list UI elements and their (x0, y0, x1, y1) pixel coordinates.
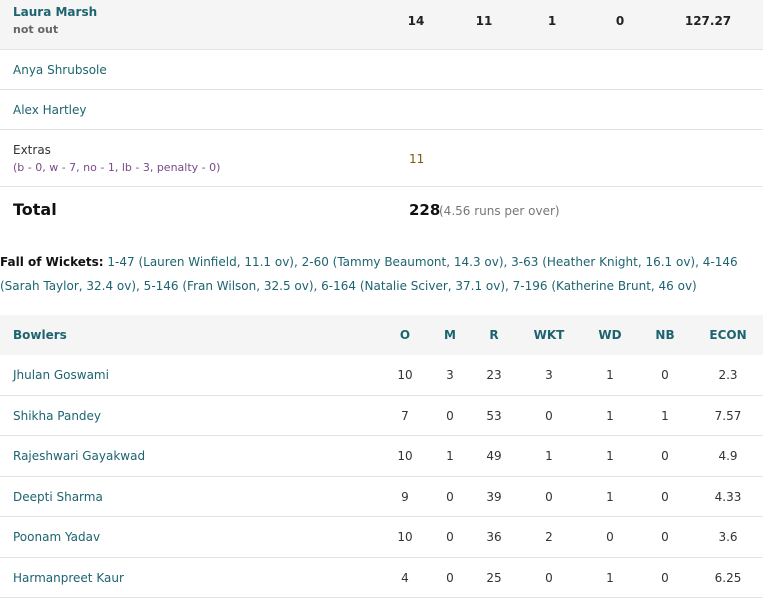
bowler-row: Poonam Yadav 10 0 36 2 0 0 3.6 (0, 517, 763, 558)
sixes: 0 (616, 14, 624, 28)
bowler-row: Harmanpreet Kaur 4 0 25 0 1 0 6.25 (0, 558, 763, 598)
bowler-stat-wd: 0 (606, 530, 614, 544)
bowler-stat-wd: 1 (606, 409, 614, 423)
batsman-row: Alex Hartley (0, 90, 763, 130)
bowling-header: Bowlers O M R WKT WD NB ECON (0, 315, 763, 355)
fours: 1 (548, 14, 556, 28)
runs: 14 (408, 14, 425, 28)
batsman-name[interactable]: Laura Marsh (13, 5, 97, 19)
bowler-name[interactable]: Shikha Pandey (13, 409, 101, 423)
bowler-stat-o: 10 (397, 530, 412, 544)
extras-detail: (b - 0, w - 7, no - 1, lb - 3, penalty -… (13, 161, 220, 174)
fow-text: 1-47 (Lauren Winfield, 11.1 ov), 2-60 (T… (0, 255, 738, 293)
bowler-stat-wkt: 3 (545, 368, 553, 382)
bowler-stat-o: 9 (401, 490, 409, 504)
bowler-stat-wd: 1 (606, 490, 614, 504)
bowler-stat-m: 0 (446, 571, 454, 585)
strike-rate: 127.27 (685, 14, 731, 28)
total-value: 228 (409, 201, 440, 219)
balls: 11 (476, 14, 493, 28)
bowler-stat-nb: 0 (661, 571, 669, 585)
bowler-row: Shikha Pandey 7 0 53 0 1 1 7.57 (0, 396, 763, 437)
bowler-stat-nb: 0 (661, 368, 669, 382)
bowler-row: Jhulan Goswami103233102.3 (0, 355, 763, 396)
bowler-stat-wkt: 2 (545, 530, 553, 544)
bowler-stat-r: 25 (486, 571, 501, 585)
header-wd: WD (598, 328, 621, 342)
header-wkt: WKT (534, 328, 565, 342)
header-r: R (489, 328, 498, 342)
bowler-stat-o: 7 (401, 409, 409, 423)
bowler-name[interactable]: Deepti Sharma (13, 490, 103, 504)
header-o: O (400, 328, 410, 342)
fall-of-wickets: Fall of Wickets: 1-47 (Lauren Winfield, … (0, 250, 760, 298)
bowler-name[interactable]: Rajeshwari Gayakwad (13, 449, 145, 463)
bowler-stat-o: 10 (397, 368, 412, 382)
bowler-row: Deepti Sharma 9 0 39 0 1 0 4.33 (0, 477, 763, 518)
bowler-stat-nb: 0 (661, 449, 669, 463)
extras-value: 11 (409, 152, 424, 166)
scorecard: Laura Marsh not out 14 11 1 0 127.27 Any… (0, 0, 763, 232)
bowler-stat-r: 23 (486, 368, 501, 382)
batsman-name[interactable]: Anya Shrubsole (13, 63, 107, 77)
bowler-stat-r: 53 (486, 409, 501, 423)
batsman-row: Laura Marsh not out 14 11 1 0 127.27 (0, 0, 763, 50)
bowler-stat-wd: 1 (606, 368, 614, 382)
bowler-name[interactable]: Poonam Yadav (13, 530, 100, 544)
bowler-stat-econ: 3.6 (718, 530, 737, 544)
bowler-stat-r: 39 (486, 490, 501, 504)
header-bowlers: Bowlers (13, 328, 67, 342)
bowler-stat-wkt: 0 (545, 490, 553, 504)
bowler-stat-m: 3 (446, 368, 454, 382)
bowler-row: Rajeshwari Gayakwad101491104.9 (0, 436, 763, 477)
bowler-stat-wkt: 0 (545, 409, 553, 423)
bowler-stat-econ: 7.57 (715, 409, 742, 423)
dismissal: not out (13, 23, 58, 36)
bowler-stat-wkt: 1 (545, 449, 553, 463)
header-nb: NB (655, 328, 674, 342)
total-label: Total (13, 200, 57, 219)
bowler-stat-m: 0 (446, 490, 454, 504)
bowling-table: BowlersOMRWKTWDNBECON Jhulan Goswami1032… (0, 315, 763, 598)
total-row: Total 228 (4.56 runs per over) (0, 187, 763, 232)
bowler-stat-econ: 2.3 (718, 368, 737, 382)
bowler-stat-econ: 4.9 (718, 449, 737, 463)
bowler-stat-r: 49 (486, 449, 501, 463)
bowler-stat-econ: 4.33 (715, 490, 742, 504)
bowler-stat-m: 0 (446, 530, 454, 544)
bowler-stat-o: 4 (401, 571, 409, 585)
bowler-stat-r: 36 (486, 530, 501, 544)
run-rate: (4.56 runs per over) (439, 204, 560, 218)
bowler-stat-nb: 0 (661, 490, 669, 504)
header-econ: ECON (709, 328, 746, 342)
bowler-stat-o: 10 (397, 449, 412, 463)
batsman-name[interactable]: Alex Hartley (13, 103, 86, 117)
extras-label: Extras (13, 143, 51, 157)
extras-row: Extras (b - 0, w - 7, no - 1, lb - 3, pe… (0, 130, 763, 187)
bowler-stat-econ: 6.25 (715, 571, 742, 585)
bowler-stat-m: 0 (446, 409, 454, 423)
bowler-stat-nb: 0 (661, 530, 669, 544)
bowler-stat-wkt: 0 (545, 571, 553, 585)
bowler-stat-wd: 1 (606, 571, 614, 585)
header-m: M (444, 328, 456, 342)
bowler-name[interactable]: Harmanpreet Kaur (13, 571, 124, 585)
bowler-name[interactable]: Jhulan Goswami (13, 368, 109, 382)
bowler-stat-m: 1 (446, 449, 454, 463)
fow-label: Fall of Wickets: (0, 255, 104, 269)
batsman-row: Anya Shrubsole (0, 50, 763, 90)
bowler-stat-nb: 1 (661, 409, 669, 423)
bowler-stat-wd: 1 (606, 449, 614, 463)
